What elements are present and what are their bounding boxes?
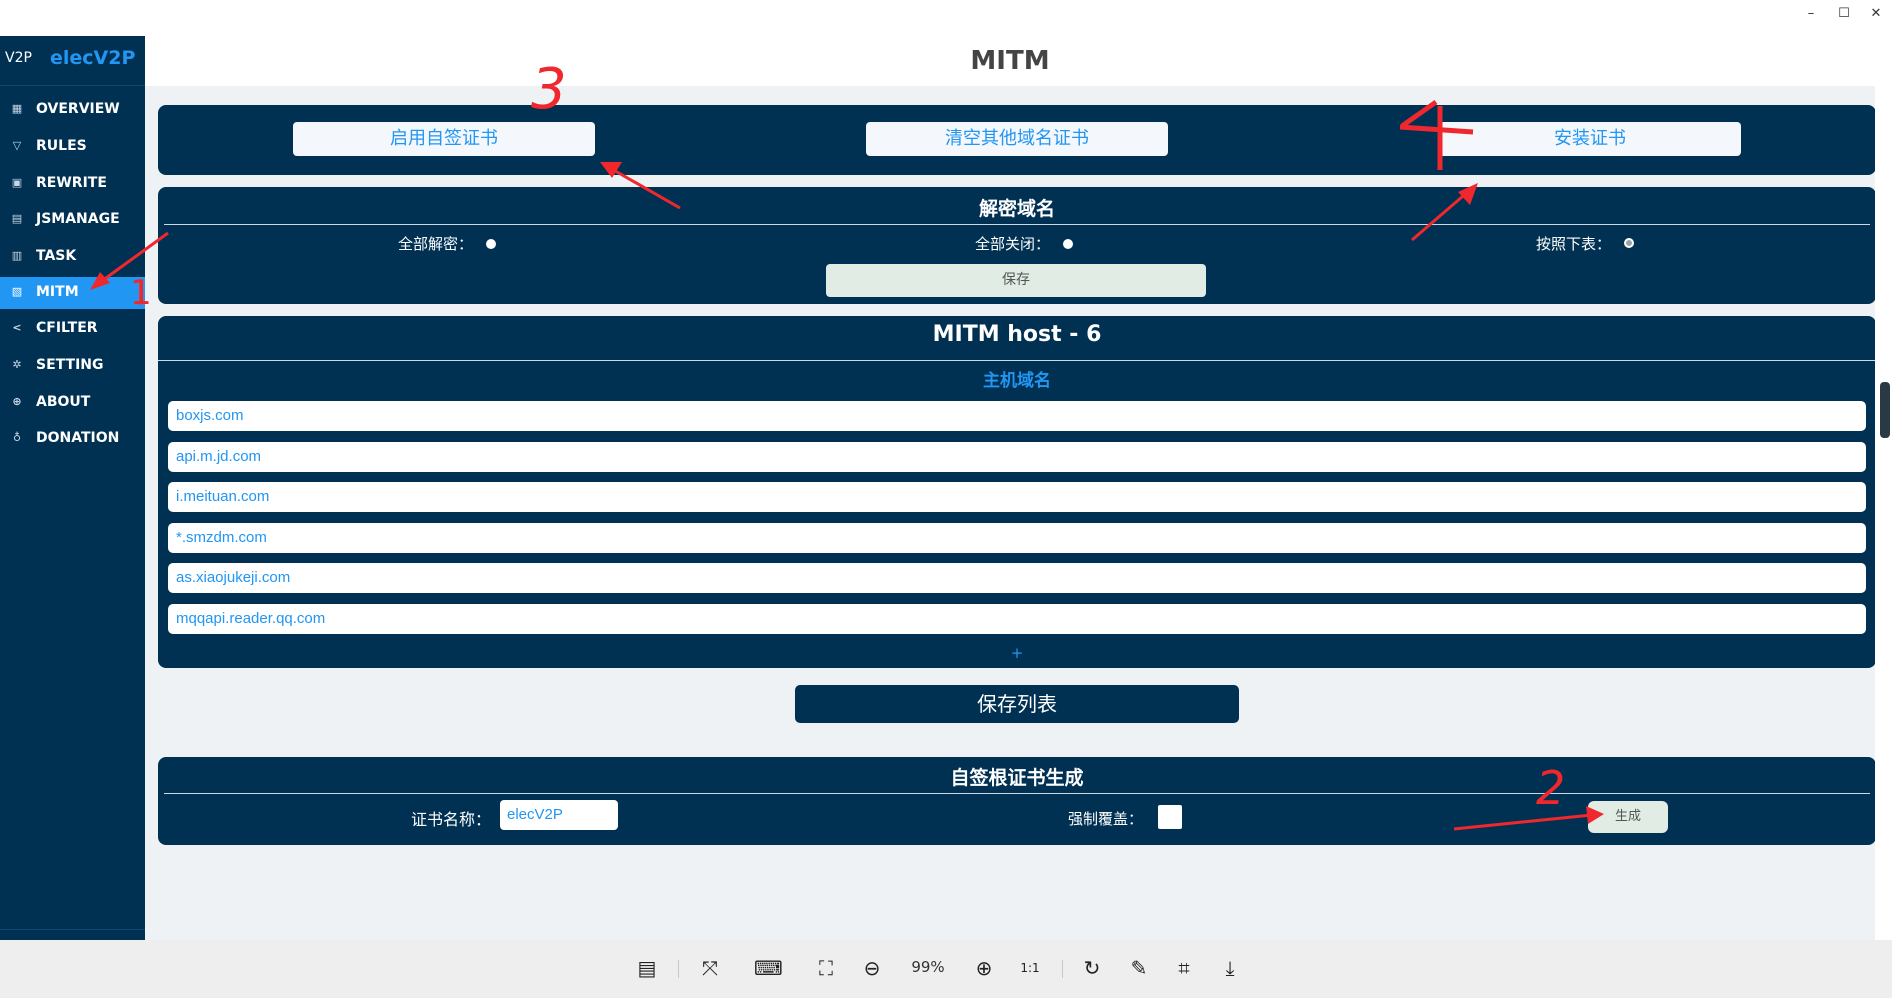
host-row[interactable]: boxjs.com [168, 401, 1866, 431]
main-content: MITM 启用自签证书 清空其他域名证书 安装证书 解密域名 全部解密： 全部关… [145, 36, 1876, 940]
divider [1062, 960, 1063, 978]
certificate-icon: ▧ [11, 285, 23, 298]
save-decrypt-button[interactable]: 保存 [826, 264, 1206, 297]
sidebar: V2P elecV2P ▦ OVERVIEW ▽ RULES ▣ REWRITE… [0, 36, 145, 940]
generate-button[interactable]: 生成 [1588, 801, 1668, 833]
active-indicator [139, 281, 142, 305]
page-title: MITM [145, 36, 1875, 86]
save-list-button[interactable]: 保存列表 [795, 685, 1239, 723]
zoom-out-icon[interactable]: ⊖ [858, 954, 886, 982]
globe-icon: ⊕ [12, 395, 22, 408]
fullscreen-icon[interactable]: ⛶ [812, 954, 840, 982]
divider [158, 360, 1876, 361]
rewrite-icon: ▣ [11, 176, 23, 189]
rotate-icon[interactable]: ↻ [1078, 954, 1106, 982]
viewer-toolbar: ▤ ⤧ ⌨ ⛶ ⊖ 99% ⊕ 1:1 ↻ ✎ ⌗ ⤓ [0, 940, 1892, 998]
minimize-icon[interactable]: – [1803, 6, 1819, 22]
mitm-hosts-panel: MITM host - 6 主机域名 boxjs.com api.m.jd.co… [158, 316, 1876, 668]
decrypt-all-radio[interactable] [486, 239, 496, 249]
sidebar-item-rules[interactable]: ▽ RULES [0, 131, 145, 163]
sidebar-item-label: ABOUT [36, 394, 91, 410]
add-host-button[interactable]: + [158, 644, 1876, 662]
sidebar-item-label: TASK [36, 248, 77, 264]
close-all-radio[interactable] [1063, 239, 1073, 249]
decrypt-domain-panel: 解密域名 全部解密： 全部关闭： 按照下表： 保存 [158, 187, 1876, 304]
logo: V2P [5, 50, 32, 66]
layout-icon[interactable]: ▤ [633, 954, 661, 982]
host-row[interactable]: *.smzdm.com [168, 523, 1866, 553]
crop-icon[interactable]: ⌗ [1170, 954, 1198, 982]
sidebar-item-label: JSMANAGE [36, 211, 120, 227]
host-row[interactable]: mqqapi.reader.qq.com [168, 604, 1866, 634]
sidebar-item-label: DONATION [36, 430, 120, 446]
cert-name-label: 证书名称： [411, 810, 492, 829]
by-list-radio[interactable] [1624, 238, 1634, 248]
host-row[interactable]: i.meituan.com [168, 482, 1866, 512]
hosts-title: MITM host - 6 [932, 322, 1102, 347]
script-icon: ▤ [11, 212, 23, 225]
root-cert-title: 自签根证书生成 [950, 767, 1084, 789]
host-row[interactable]: api.m.jd.com [168, 442, 1866, 472]
decrypt-domain-title: 解密域名 [978, 198, 1055, 220]
close-all-label: 全部关闭： [975, 235, 1051, 253]
app-name[interactable]: elecV2P [50, 47, 135, 69]
divider [164, 793, 1870, 794]
scrollbar-thumb[interactable] [1880, 382, 1890, 438]
app-window: – ☐ ✕ V2P elecV2P ▦ OVERVIEW ▽ RULES ▣ R… [0, 0, 1892, 998]
gear-icon: ✲ [12, 358, 22, 371]
sidebar-item-about[interactable]: ⊕ ABOUT [0, 387, 145, 419]
sidebar-item-mitm[interactable]: ▧ MITM [0, 277, 145, 309]
actual-size-icon[interactable]: 1:1 [1016, 954, 1044, 982]
sidebar-item-label: SETTING [36, 357, 104, 373]
sidebar-item-setting[interactable]: ✲ SETTING [0, 350, 145, 382]
sidebar-item-label: OVERVIEW [36, 101, 120, 117]
download-icon[interactable]: ⤓ [1216, 954, 1244, 982]
cert-actions-panel: 启用自签证书 清空其他域名证书 安装证书 [158, 105, 1876, 175]
sidebar-item-rewrite[interactable]: ▣ REWRITE [0, 168, 145, 200]
zoom-level: 99% [911, 958, 945, 976]
translate-icon[interactable]: ⌨ [754, 954, 783, 982]
overview-icon: ▦ [11, 102, 23, 115]
sidebar-item-label: REWRITE [36, 175, 107, 191]
sidebar-item-cfilter[interactable]: < CFILTER [0, 313, 145, 345]
close-icon[interactable]: ✕ [1868, 6, 1884, 22]
root-cert-panel: 自签根证书生成 证书名称： elecV2P 强制覆盖： 生成 [158, 757, 1876, 845]
sidebar-item-label: RULES [36, 138, 87, 154]
sidebar-item-donation[interactable]: ♁ DONATION [0, 423, 145, 455]
scrollbar[interactable] [1875, 36, 1892, 940]
sidebar-item-label: CFILTER [36, 320, 98, 336]
zoom-in-icon[interactable]: ⊕ [970, 954, 998, 982]
cert-name-input[interactable]: elecV2P [500, 800, 618, 830]
filter-icon: ▽ [12, 139, 22, 152]
sidebar-item-task[interactable]: ▥ TASK [0, 241, 145, 273]
install-cert-button[interactable]: 安装证书 [1439, 122, 1741, 156]
divider [0, 929, 145, 930]
donation-icon: ♁ [12, 431, 22, 444]
sidebar-item-jsmanage[interactable]: ▤ JSMANAGE [0, 204, 145, 236]
divider [164, 224, 1870, 225]
maximize-icon[interactable]: ☐ [1836, 6, 1852, 22]
by-list-label: 按照下表： [1536, 235, 1612, 253]
sidebar-item-label: MITM [36, 284, 79, 300]
edit-icon[interactable]: ✎ [1125, 954, 1153, 982]
force-overwrite-label: 强制覆盖： [1068, 810, 1144, 828]
task-icon: ▥ [11, 249, 23, 262]
share-icon: < [12, 321, 22, 334]
fit-icon[interactable]: ⤧ [696, 954, 724, 982]
host-row[interactable]: as.xiaojukeji.com [168, 563, 1866, 593]
hosts-column-header: 主机域名 [983, 371, 1051, 391]
divider [678, 960, 679, 978]
window-titlebar: – ☐ ✕ [0, 0, 1892, 36]
brand: V2P elecV2P [0, 36, 145, 86]
force-overwrite-checkbox[interactable] [1158, 805, 1182, 829]
clear-other-certs-button[interactable]: 清空其他域名证书 [866, 122, 1168, 156]
decrypt-all-label: 全部解密： [398, 235, 474, 253]
sidebar-item-overview[interactable]: ▦ OVERVIEW [0, 94, 145, 126]
enable-self-signed-cert-button[interactable]: 启用自签证书 [293, 122, 595, 156]
